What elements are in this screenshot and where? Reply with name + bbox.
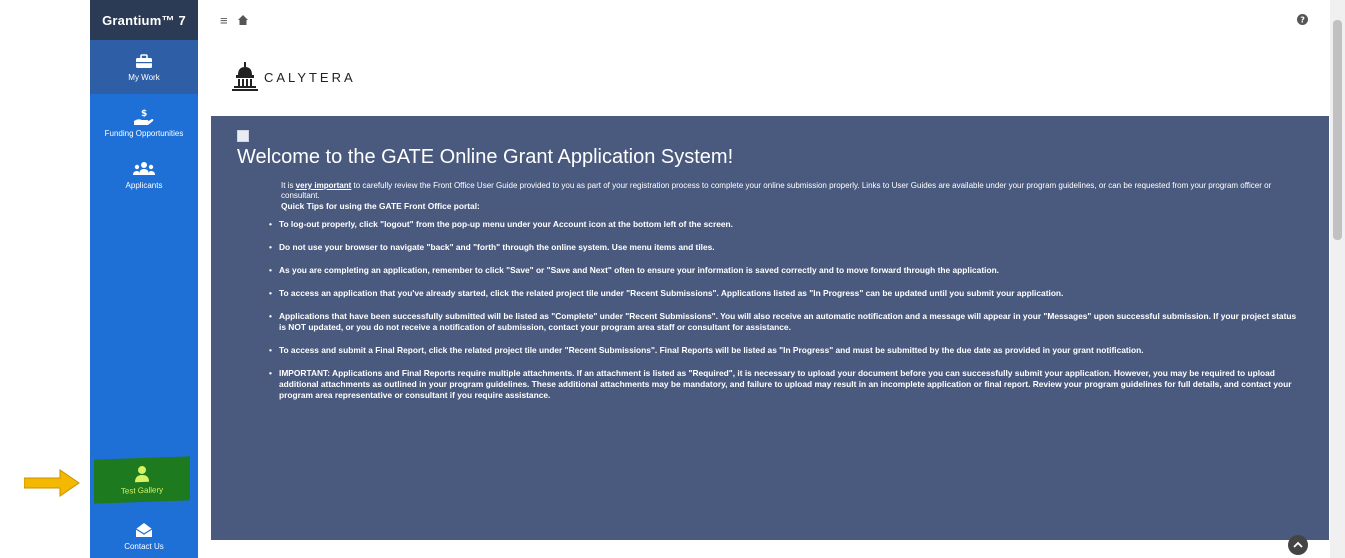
tips-list: To log-out properly, click "logout" from… — [237, 219, 1303, 401]
user-icon — [131, 465, 153, 484]
scrollbar-thumb[interactable] — [1333, 20, 1342, 240]
sidebar-item-funding-opportunities[interactable]: $ Funding Opportunities — [90, 98, 198, 148]
sidebar-item-my-work[interactable]: My Work — [90, 40, 198, 94]
intro-before: It is — [281, 181, 296, 190]
svg-text:$: $ — [141, 109, 147, 119]
home-icon[interactable] — [238, 12, 248, 30]
sidebar: Grantium™ 7 My Work $ Funding Opportunit… — [90, 0, 198, 558]
annotation-arrow-icon — [24, 469, 80, 497]
hand-dollar-icon: $ — [133, 108, 155, 126]
sidebar-item-contact-us[interactable]: Contact Us — [90, 514, 198, 558]
intro-text: It is very important to carefully review… — [281, 181, 1303, 201]
list-item: To access and submit a Final Report, cli… — [269, 345, 1303, 356]
logo-text: CALYTERA — [264, 69, 356, 85]
calytera-logo: CALYTERA — [232, 62, 356, 92]
list-item: Do not use your browser to navigate "bac… — [269, 242, 1303, 253]
top-bar: ≡ ? — [198, 0, 1330, 38]
intro-emphasis: very important — [295, 181, 352, 190]
sidebar-item-label: Applicants — [125, 181, 163, 190]
scroll-up-button[interactable] — [1288, 535, 1308, 555]
welcome-panel: Welcome to the GATE Online Grant Applica… — [211, 116, 1329, 540]
sidebar-item-test-gallery[interactable]: Test Gallery — [94, 456, 190, 504]
page-title: Welcome to the GATE Online Grant Applica… — [237, 146, 734, 168]
list-item: As you are completing an application, re… — [269, 265, 1303, 276]
vertical-scrollbar[interactable] — [1330, 0, 1345, 558]
list-item: To access an application that you've alr… — [269, 288, 1303, 299]
brand-title[interactable]: Grantium™ 7 — [90, 0, 198, 40]
sidebar-item-label: My Work — [128, 73, 160, 82]
broken-image-icon — [237, 130, 249, 142]
list-item: IMPORTANT: Applications and Final Report… — [269, 368, 1303, 401]
sidebar-item-label: Test Gallery — [120, 485, 164, 496]
chevron-up-icon — [1293, 541, 1303, 548]
list-item: Applications that have been successfully… — [269, 311, 1303, 333]
sidebar-item-label: Contact Us — [124, 542, 164, 551]
sidebar-item-label: Funding Opportunities — [104, 129, 184, 138]
hamburger-icon[interactable]: ≡ — [220, 13, 228, 28]
briefcase-icon — [133, 52, 155, 70]
intro-after: to carefully review the Front Office Use… — [281, 181, 1272, 200]
envelope-icon — [133, 521, 155, 539]
capitol-building-icon — [232, 62, 258, 91]
help-icon[interactable]: ? — [1297, 12, 1308, 30]
svg-text:?: ? — [1300, 16, 1305, 25]
tips-title: Quick Tips for using the GATE Front Offi… — [281, 201, 480, 211]
sidebar-item-applicants[interactable]: Applicants — [90, 152, 198, 198]
list-item: To log-out properly, click "logout" from… — [269, 219, 1303, 230]
users-icon — [133, 160, 155, 178]
